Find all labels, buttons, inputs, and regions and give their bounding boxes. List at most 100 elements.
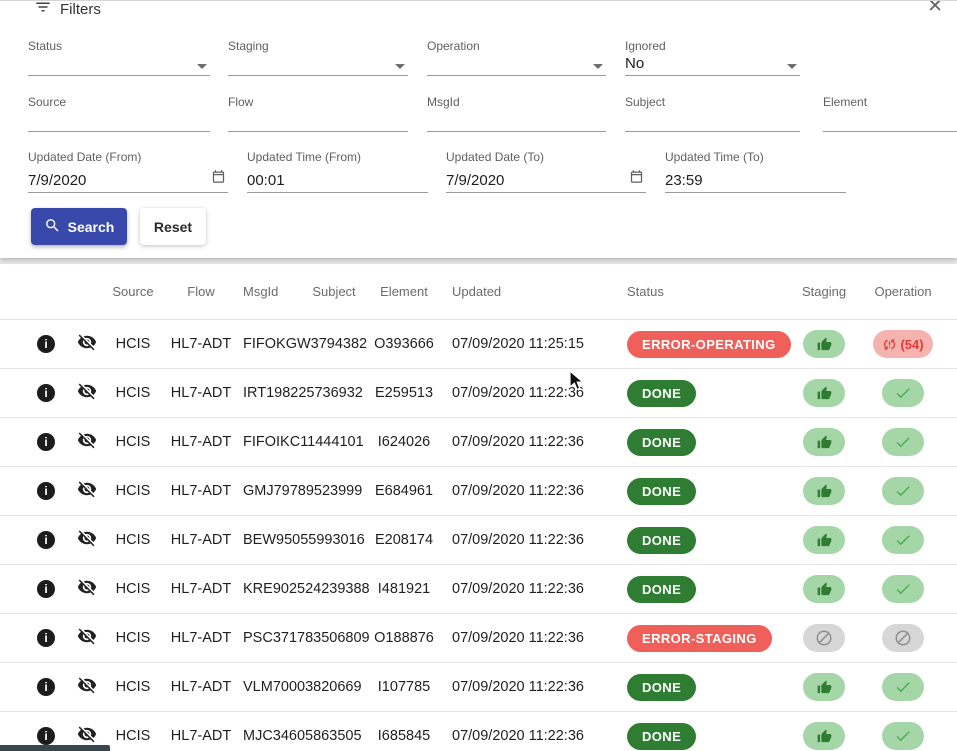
info-icon[interactable]: i [37, 727, 55, 745]
search-button[interactable]: Search [31, 208, 127, 245]
header-source: Source [104, 284, 162, 299]
operation-filter-select[interactable] [427, 55, 606, 76]
cell-element: O188876 [366, 630, 442, 646]
close-icon[interactable]: ✕ [927, 0, 943, 18]
updated-time-from-field: Updated Time (From) 00:01 [247, 150, 428, 193]
status-bar-tooltip [0, 745, 110, 751]
ignored-filter-select[interactable]: No [625, 55, 800, 76]
info-icon[interactable]: i [37, 629, 55, 647]
source-filter-input[interactable] [28, 111, 210, 132]
operation-success-badge[interactable] [882, 428, 924, 456]
staging-approved-badge[interactable] [803, 428, 845, 456]
status-badge: DONE [627, 527, 696, 554]
operation-success-badge[interactable] [882, 526, 924, 554]
staging-filter-select[interactable] [228, 55, 408, 76]
visibility-off-icon[interactable] [77, 626, 97, 646]
cell-source: HCIS [104, 679, 162, 695]
element-filter-label: Element [823, 95, 957, 111]
operation-success-badge[interactable] [882, 673, 924, 701]
element-filter: Element [823, 95, 957, 132]
cell-updated: 07/09/2020 11:22:36 [442, 434, 614, 450]
cell-updated: 07/09/2020 11:22:36 [442, 630, 614, 646]
reset-button[interactable]: Reset [140, 208, 206, 245]
staging-blocked-badge[interactable] [803, 624, 845, 652]
staging-approved-badge[interactable] [803, 575, 845, 603]
cell-flow: HL7-ADT [162, 581, 240, 597]
header-msgid: MsgId [240, 284, 302, 299]
cell-updated: 07/09/2020 11:22:36 [442, 581, 614, 597]
operation-blocked-badge[interactable] [882, 624, 924, 652]
retry-count: (54) [900, 337, 923, 352]
staging-approved-badge[interactable] [803, 722, 845, 750]
staging-approved-badge[interactable] [803, 673, 845, 701]
status-badge: DONE [627, 380, 696, 407]
cell-updated: 07/09/2020 11:22:36 [442, 385, 614, 401]
staging-approved-badge[interactable] [803, 477, 845, 505]
element-filter-input[interactable] [823, 111, 957, 132]
updated-date-to-field: Updated Date (To) 7/9/2020 [446, 150, 646, 193]
visibility-off-icon[interactable] [77, 724, 97, 744]
updated-date-to-label: Updated Date (To) [446, 150, 646, 166]
cell-element: E208174 [366, 532, 442, 548]
chevron-down-icon [395, 64, 405, 69]
operation-success-badge[interactable] [882, 477, 924, 505]
info-icon[interactable]: i [37, 433, 55, 451]
calendar-icon[interactable] [211, 169, 226, 188]
updated-date-from-input[interactable]: 7/9/2020 [28, 166, 228, 193]
visibility-off-icon[interactable] [77, 577, 97, 597]
header-updated: Updated [442, 284, 614, 299]
updated-date-to-input[interactable]: 7/9/2020 [446, 166, 646, 193]
staging-approved-badge[interactable] [803, 379, 845, 407]
table-header-row: Source Flow MsgId Subject Element Update… [0, 264, 957, 320]
subject-filter-input[interactable] [625, 111, 800, 132]
operation-retry-badge[interactable]: (54) [873, 330, 932, 358]
cell-source: HCIS [104, 483, 162, 499]
search-icon [44, 217, 61, 237]
staging-approved-badge[interactable] [803, 330, 845, 358]
cell-flow: HL7-ADT [162, 532, 240, 548]
visibility-off-icon[interactable] [77, 675, 97, 695]
operation-filter-label: Operation [427, 39, 606, 55]
status-filter-select[interactable] [28, 55, 210, 76]
visibility-off-icon[interactable] [77, 381, 97, 401]
operation-success-badge[interactable] [882, 575, 924, 603]
visibility-off-icon[interactable] [77, 430, 97, 450]
status-badge: DONE [627, 576, 696, 603]
info-icon[interactable]: i [37, 335, 55, 353]
info-icon[interactable]: i [37, 384, 55, 402]
calendar-icon[interactable] [629, 169, 644, 188]
operation-success-badge[interactable] [882, 722, 924, 750]
updated-time-from-input[interactable]: 00:01 [247, 166, 428, 193]
source-filter-label: Source [28, 95, 210, 111]
ignored-filter-label: Ignored [625, 39, 800, 55]
filters-panel: Filters ✕ Status Staging Operation Ignor… [0, 0, 957, 258]
cell-element: I624026 [366, 434, 442, 450]
updated-time-to-input[interactable]: 23:59 [665, 166, 846, 193]
visibility-off-icon[interactable] [77, 332, 97, 352]
info-icon[interactable]: i [37, 531, 55, 549]
cell-msgid: BEW95055993016 [240, 532, 302, 548]
cell-msgid: MJC34605863505 [240, 728, 302, 744]
flow-filter-input[interactable] [228, 111, 408, 132]
status-badge: DONE [627, 429, 696, 456]
cell-element: E684961 [366, 483, 442, 499]
visibility-off-icon[interactable] [77, 479, 97, 499]
cell-flow: HL7-ADT [162, 385, 240, 401]
info-icon[interactable]: i [37, 678, 55, 696]
info-icon[interactable]: i [37, 580, 55, 598]
cell-msgid: GMJ79789523999 [240, 483, 302, 499]
staging-approved-badge[interactable] [803, 526, 845, 554]
reset-button-label: Reset [154, 219, 192, 235]
flow-filter: Flow [228, 95, 408, 132]
chevron-down-icon [593, 64, 603, 69]
table-row: i HCIS HL7-ADT KRE902524239388 I481921 0… [0, 565, 957, 614]
table-row: i HCIS HL7-ADT FIFOKGW3794382 O393666 07… [0, 320, 957, 369]
info-icon[interactable]: i [37, 482, 55, 500]
operation-success-badge[interactable] [882, 379, 924, 407]
updated-time-to-field: Updated Time (To) 23:59 [665, 150, 846, 193]
msgid-filter-input[interactable] [427, 111, 606, 132]
cell-msgid: FIFOKGW3794382 [240, 336, 302, 352]
cell-updated: 07/09/2020 11:22:36 [442, 483, 614, 499]
flow-filter-label: Flow [228, 95, 408, 111]
visibility-off-icon[interactable] [77, 528, 97, 548]
